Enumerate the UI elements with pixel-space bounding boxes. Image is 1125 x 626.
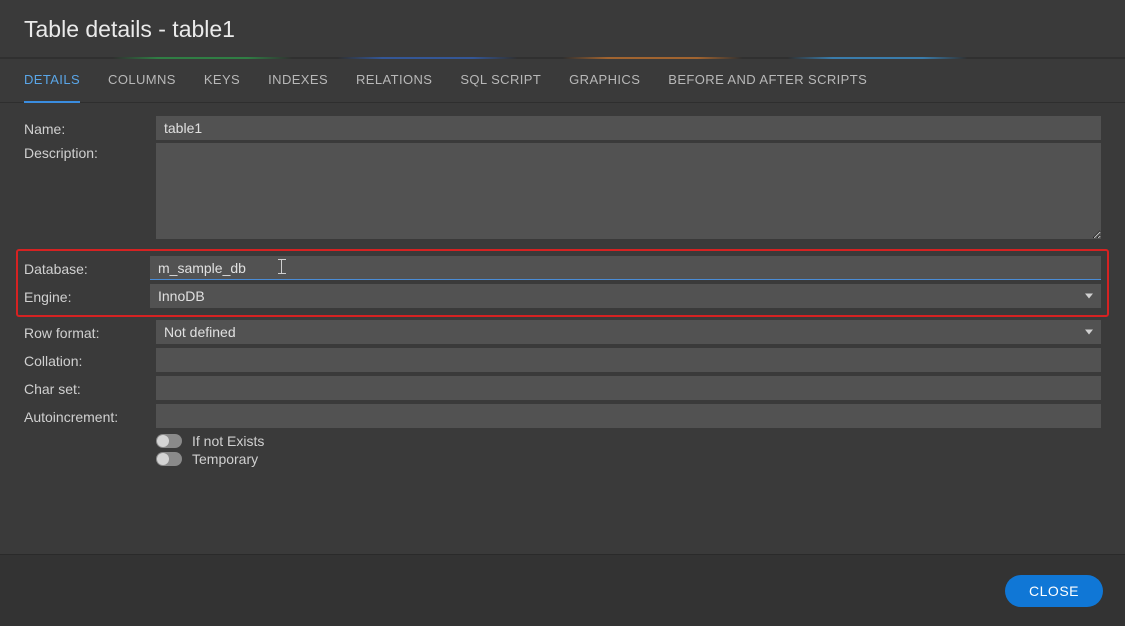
row-format-select[interactable] <box>156 320 1101 344</box>
collation-input[interactable] <box>156 348 1101 372</box>
if-not-exists-label: If not Exists <box>192 433 264 449</box>
details-form: Name: Description: Database: Engine: <box>0 103 1125 554</box>
engine-value[interactable] <box>150 284 1101 308</box>
label-autoincrement: Autoincrement: <box>24 407 156 425</box>
tab-bar: DETAILS COLUMNS KEYS INDEXES RELATIONS S… <box>0 59 1125 103</box>
label-char-set: Char set: <box>24 379 156 397</box>
tab-sql-script[interactable]: SQL SCRIPT <box>460 59 541 103</box>
close-button[interactable]: CLOSE <box>1005 575 1103 607</box>
database-input[interactable] <box>150 256 1101 280</box>
label-row-format: Row format: <box>24 323 156 341</box>
tab-details[interactable]: DETAILS <box>24 59 80 103</box>
tab-graphics[interactable]: GRAPHICS <box>569 59 640 103</box>
autoincrement-input[interactable] <box>156 404 1101 428</box>
label-database: Database: <box>24 259 150 277</box>
name-input[interactable] <box>156 116 1101 140</box>
tab-relations[interactable]: RELATIONS <box>356 59 432 103</box>
char-set-input[interactable] <box>156 376 1101 400</box>
label-description: Description: <box>24 143 156 161</box>
temporary-label: Temporary <box>192 451 258 467</box>
label-collation: Collation: <box>24 351 156 369</box>
if-not-exists-toggle[interactable] <box>156 434 182 448</box>
tab-indexes[interactable]: INDEXES <box>268 59 328 103</box>
divider-rainbow <box>0 57 1125 59</box>
dialog-footer: CLOSE <box>0 554 1125 626</box>
tab-keys[interactable]: KEYS <box>204 59 240 103</box>
tab-columns[interactable]: COLUMNS <box>108 59 176 103</box>
label-name: Name: <box>24 119 156 137</box>
description-textarea[interactable] <box>156 143 1101 239</box>
table-details-dialog: Table details - table1 DETAILS COLUMNS K… <box>0 0 1125 626</box>
temporary-toggle[interactable] <box>156 452 182 466</box>
highlighted-section: Database: Engine: <box>16 249 1109 317</box>
dialog-title: Table details - table1 <box>0 0 1125 57</box>
row-format-value[interactable] <box>156 320 1101 344</box>
tab-before-after-scripts[interactable]: BEFORE AND AFTER SCRIPTS <box>668 59 867 103</box>
label-engine: Engine: <box>24 287 150 305</box>
engine-select[interactable] <box>150 284 1101 308</box>
